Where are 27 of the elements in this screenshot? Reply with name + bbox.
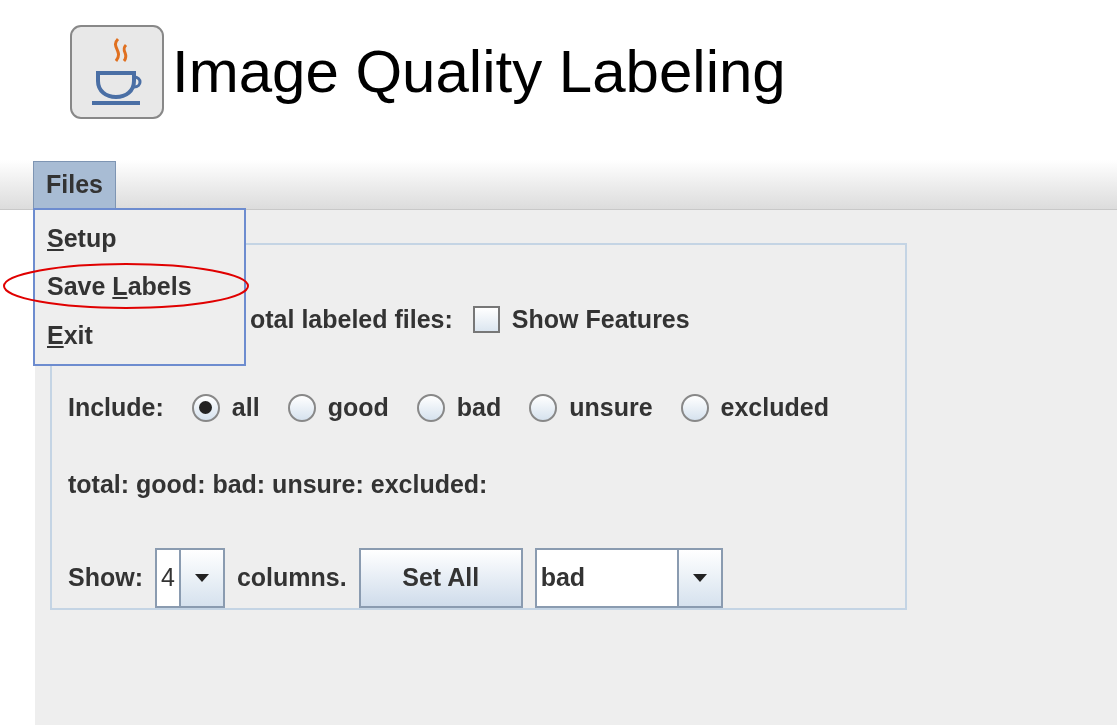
caret-icon	[194, 573, 209, 582]
label-dropdown[interactable]: bad	[534, 547, 723, 608]
checkbox[interactable]	[472, 306, 500, 333]
menu-bar-item[interactable]: Files	[33, 161, 116, 209]
radio-button[interactable]	[416, 393, 445, 422]
include-label: Include:	[68, 391, 164, 423]
radio-button[interactable]	[287, 393, 316, 422]
set-all-button[interactable]: Set All	[358, 547, 523, 608]
menu-item[interactable]: Setup	[47, 219, 117, 258]
caret-icon	[692, 573, 707, 582]
radio-label: bad	[456, 391, 502, 423]
checkbox-label: Show Features	[511, 303, 690, 335]
columns-dropdown[interactable]: 4	[155, 547, 225, 608]
radio-button[interactable]	[529, 393, 558, 422]
coffee-cup-icon	[70, 25, 164, 119]
window-title: Image Quality Labeling	[172, 37, 786, 107]
radio-button[interactable]	[191, 393, 220, 422]
totals-text: total: good: bad: unsure: excluded:	[68, 469, 488, 501]
radio-label: unsure	[569, 391, 653, 423]
radio-label: excluded	[720, 391, 829, 423]
radio-label: good	[327, 391, 389, 423]
columns-label: columns.	[236, 561, 347, 593]
menu-item[interactable]: Exit	[47, 316, 93, 355]
radio-label: all	[231, 391, 260, 423]
show-label: Show:	[68, 561, 143, 593]
radio-button[interactable]	[680, 393, 709, 422]
labeled-files-text: otal labeled files:	[250, 303, 453, 335]
